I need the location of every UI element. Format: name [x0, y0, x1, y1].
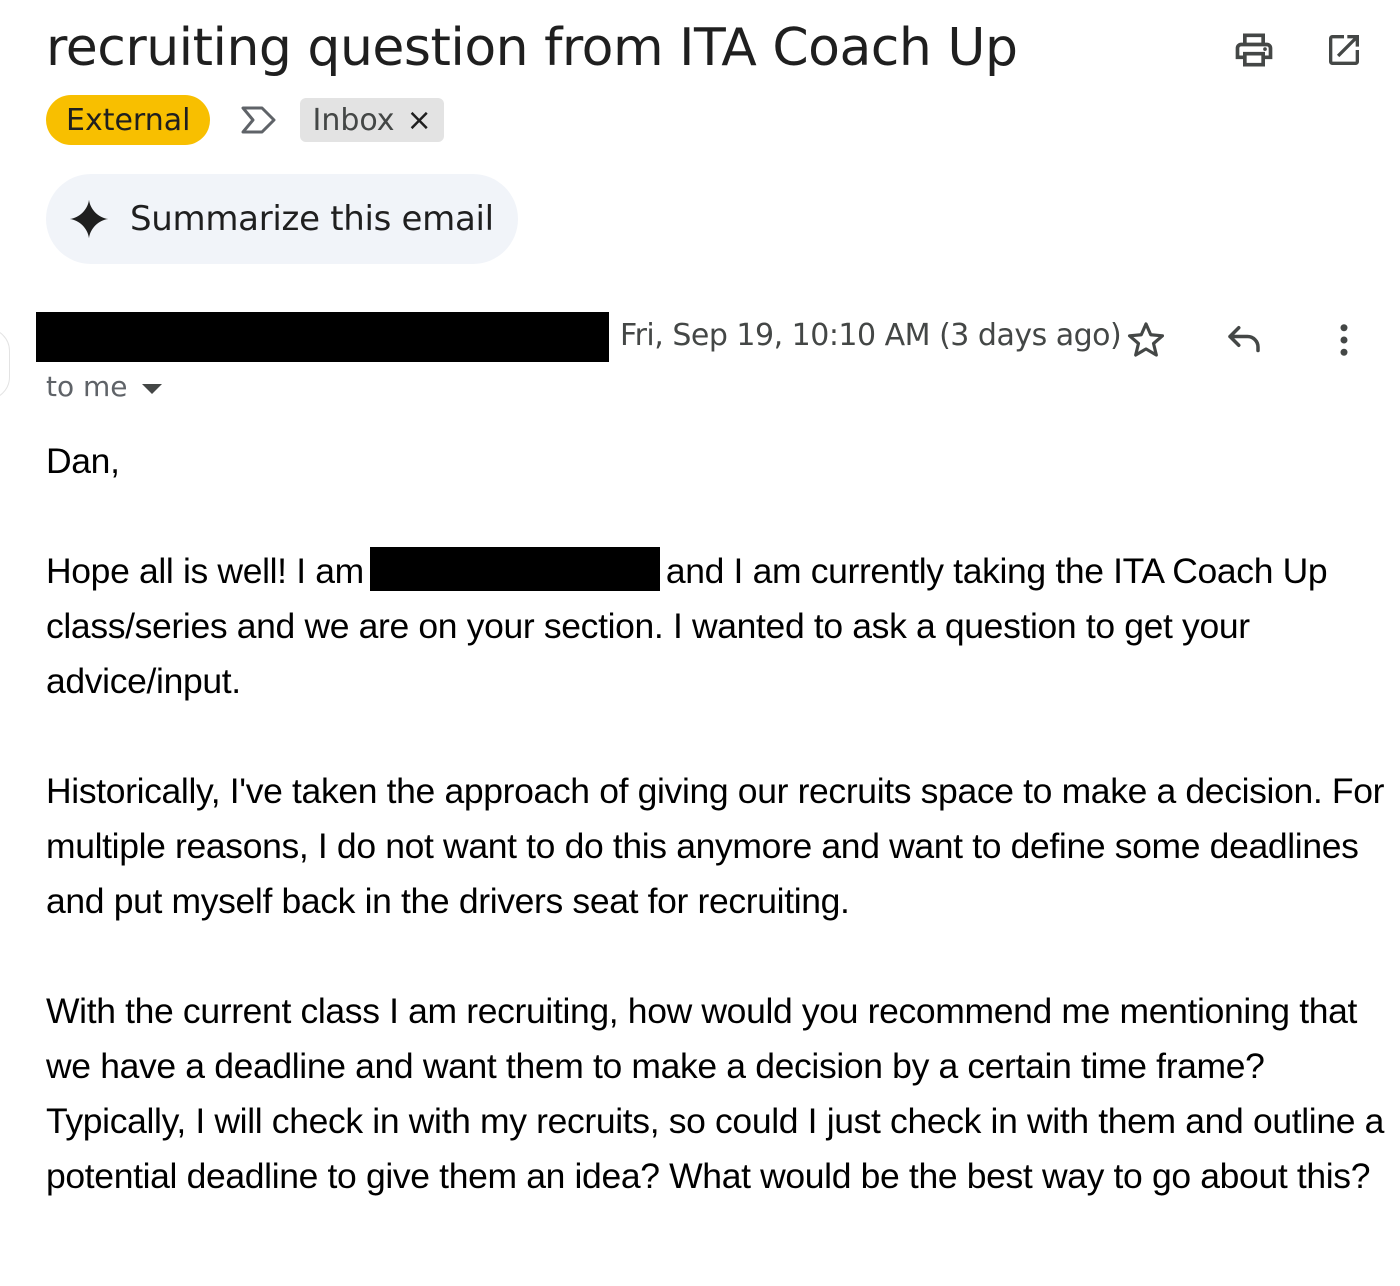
print-all-button[interactable] — [1232, 28, 1276, 72]
remove-label-button[interactable]: × — [407, 103, 432, 138]
reply-icon — [1228, 326, 1260, 353]
inbox-label-text: Inbox — [312, 102, 395, 138]
more-options-button[interactable] — [1322, 318, 1366, 362]
sender-name-redacted — [36, 312, 609, 362]
caret-down-icon — [141, 383, 162, 394]
sender-name-inline-redacted — [369, 546, 660, 591]
open-in-new-window-icon — [1329, 35, 1359, 65]
sender-avatar — [0, 328, 10, 400]
recipient-details-toggle[interactable]: to me — [46, 370, 162, 403]
external-label-text: External — [66, 102, 191, 138]
email-paragraph-1: Hope all is well! I am and I am currently… — [46, 544, 1386, 709]
inbox-label-chip: Inbox × — [300, 98, 444, 142]
email-greeting: Dan, — [46, 441, 120, 481]
open-in-new-window-button[interactable] — [1322, 28, 1366, 72]
message-date: Fri, Sep 19, 10:10 AM (3 days ago) — [620, 318, 1122, 353]
summarize-email-button[interactable]: Summarize this email — [46, 174, 518, 264]
email-paragraph-3: With the current class I am recruiting, … — [46, 991, 1385, 1196]
more-vertical-icon — [1340, 324, 1348, 356]
importance-marker[interactable] — [240, 102, 280, 138]
labels-row: External Inbox × — [46, 95, 444, 145]
external-label-chip: External — [46, 95, 211, 145]
reply-button[interactable] — [1222, 318, 1266, 362]
paragraph-1-start: Hope all is well! I am — [46, 551, 364, 591]
importance-marker-icon — [241, 106, 276, 134]
summarize-email-label: Summarize this email — [130, 199, 494, 239]
print-icon — [1235, 33, 1273, 67]
email-paragraph-2: Historically, I've taken the approach of… — [46, 771, 1385, 921]
star-button[interactable] — [1124, 318, 1168, 362]
star-icon — [1127, 322, 1165, 357]
email-subject: recruiting question from ITA Coach Up — [46, 18, 1018, 78]
recipients-text: to me — [46, 370, 128, 403]
sparkle-icon — [69, 199, 109, 239]
